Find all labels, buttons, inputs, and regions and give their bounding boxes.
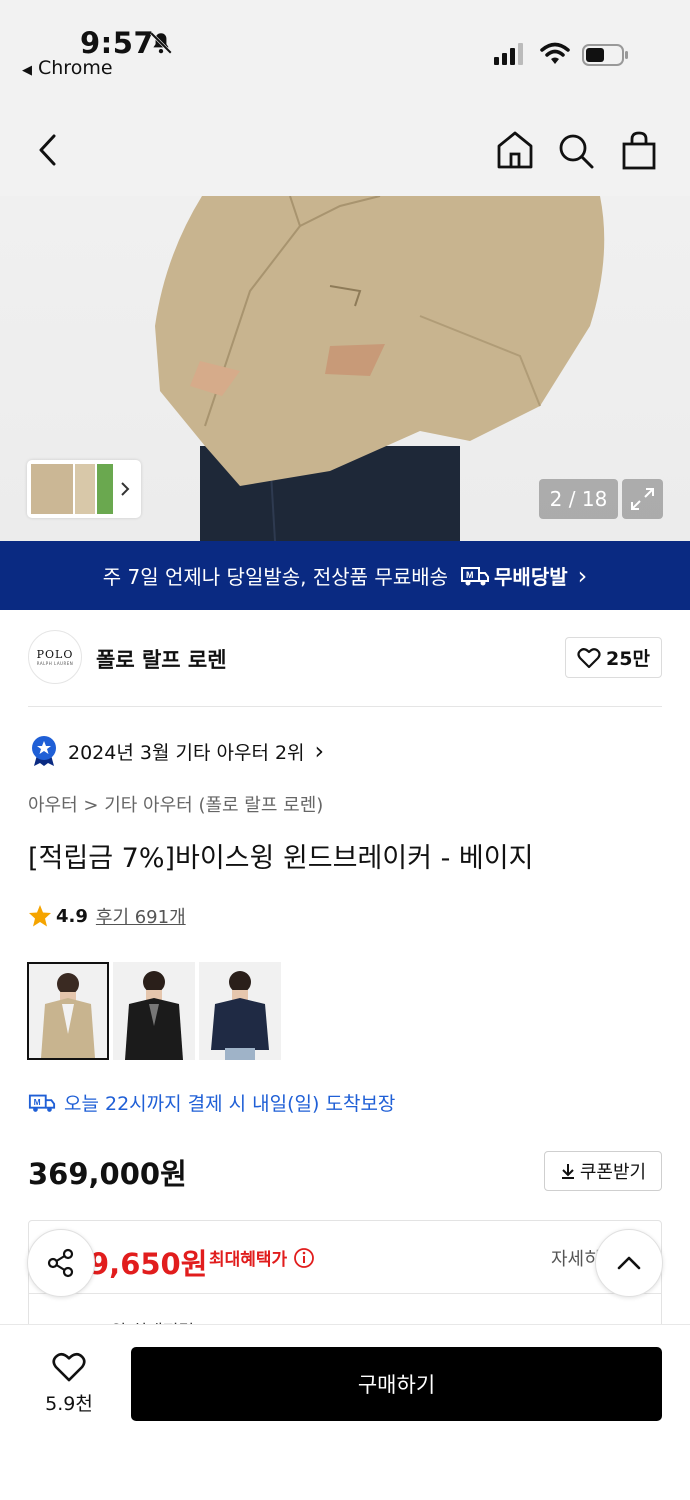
back-to-app-link[interactable]: ◀ Chrome bbox=[22, 57, 113, 79]
status-bar: 9:57 ◀ Chrome bbox=[0, 0, 690, 100]
product-rating[interactable]: 4.9 후기 691개 bbox=[28, 903, 186, 929]
chevron-up-icon bbox=[617, 1256, 641, 1270]
buy-button[interactable]: 구매하기 bbox=[131, 1347, 662, 1421]
wishlist-count: 5.9천 bbox=[45, 1393, 93, 1415]
divider bbox=[29, 1293, 661, 1294]
delivery-truck-icon: M bbox=[28, 1094, 56, 1112]
top-nav-bar bbox=[0, 100, 690, 196]
svg-text:M: M bbox=[34, 1096, 41, 1106]
heart-icon bbox=[577, 647, 601, 668]
heart-icon bbox=[52, 1352, 86, 1382]
benefit-detail-link[interactable]: 자세히 bbox=[551, 1245, 601, 1271]
back-app-label: Chrome bbox=[38, 57, 113, 79]
image-counter: 2 / 18 bbox=[539, 479, 618, 519]
back-arrow-icon[interactable] bbox=[32, 130, 66, 170]
color-option-beige[interactable] bbox=[27, 962, 109, 1060]
color-options bbox=[27, 962, 285, 1060]
benefit-price: 9,650원 bbox=[89, 1247, 208, 1281]
ranking-link[interactable]: 2024년 3월 기타 아우터 2위 › bbox=[30, 734, 324, 768]
brand-like-count: 25만 bbox=[606, 648, 650, 670]
share-button[interactable] bbox=[27, 1229, 95, 1297]
coupon-label: 쿠폰받기 bbox=[579, 1162, 647, 1183]
star-icon bbox=[29, 905, 51, 927]
ranking-text: 2024년 3월 기타 아우터 2위 bbox=[68, 741, 305, 764]
brand-name[interactable]: 폴로 랄프 로렌 bbox=[96, 644, 227, 674]
brand-logo-text: POLO bbox=[36, 648, 74, 661]
scroll-to-top-button[interactable] bbox=[595, 1229, 663, 1297]
rating-score: 4.9 bbox=[56, 905, 88, 927]
color-option-black[interactable] bbox=[113, 962, 195, 1060]
delivery-truck-icon: M bbox=[461, 566, 490, 585]
thumbnail-1[interactable] bbox=[31, 464, 73, 514]
benefit-label: 최대혜택가 bbox=[209, 1245, 315, 1270]
brand-like-button[interactable]: 25만 bbox=[565, 637, 662, 678]
free-shipping-banner[interactable]: 주 7일 언제나 당일발송, 전상품 무료배송 M 무배당발 › bbox=[0, 541, 690, 610]
back-triangle-icon: ◀ bbox=[22, 63, 32, 78]
status-time: 9:57 bbox=[80, 26, 155, 60]
brand-logo[interactable]: POLO RALPH LAUREN bbox=[28, 630, 82, 684]
wifi-icon bbox=[540, 42, 570, 64]
product-image-carousel[interactable]: 2 / 18 bbox=[0, 196, 690, 541]
share-icon bbox=[47, 1248, 74, 1278]
banner-text: 주 7일 언제나 당일발송, 전상품 무료배송 bbox=[102, 565, 449, 589]
coupon-download-button[interactable]: 쿠폰받기 bbox=[544, 1151, 662, 1191]
bottom-action-bar: 5.9천 구매하기 bbox=[0, 1324, 690, 1500]
svg-text:M: M bbox=[466, 570, 474, 580]
product-price: 369,000원 bbox=[28, 1157, 187, 1191]
banner-badge: 무배당발 bbox=[494, 565, 568, 589]
home-icon[interactable] bbox=[496, 130, 534, 170]
brand-logo-subtext: RALPH LAUREN bbox=[36, 661, 74, 666]
thumbnail-2[interactable] bbox=[75, 464, 95, 514]
shopping-bag-icon[interactable] bbox=[620, 130, 658, 170]
benefit-label-text: 최대혜택가 bbox=[209, 1250, 288, 1270]
swatch-image-navy bbox=[211, 971, 269, 1060]
arrival-text: 오늘 22시까지 결제 시 내일(일) 도착보장 bbox=[64, 1093, 396, 1115]
expand-icon bbox=[631, 488, 654, 510]
cellular-signal-icon bbox=[494, 43, 523, 65]
chevron-right-icon: › bbox=[314, 737, 325, 765]
info-icon[interactable] bbox=[293, 1247, 315, 1269]
swatch-image-beige bbox=[41, 973, 95, 1058]
search-icon[interactable] bbox=[557, 132, 595, 170]
thumbnail-3[interactable] bbox=[97, 464, 113, 514]
arrival-guarantee: M 오늘 22시까지 결제 시 내일(일) 도착보장 bbox=[28, 1089, 395, 1116]
max-benefit-box[interactable]: 9,650원 최대혜택가 자세히 00,000원 최대적립 bbox=[28, 1220, 662, 1330]
divider bbox=[28, 706, 662, 707]
swatch-image-black bbox=[125, 971, 183, 1060]
category-breadcrumb[interactable]: 아우터 > 기타 아우터 (폴로 랄프 로렌) bbox=[28, 791, 323, 817]
chevron-right-icon: › bbox=[577, 561, 588, 590]
review-count-link[interactable]: 후기 691개 bbox=[96, 903, 186, 929]
wishlist-button[interactable]: 5.9천 bbox=[34, 1351, 104, 1416]
brand-row: POLO RALPH LAUREN 폴로 랄프 로렌 25만 bbox=[28, 630, 662, 686]
product-title: [적립금 7%]바이스윙 윈드브레이커 - 베이지 bbox=[28, 843, 534, 874]
image-thumbnail-strip[interactable] bbox=[27, 460, 141, 518]
color-option-navy[interactable] bbox=[199, 962, 281, 1060]
expand-image-button[interactable] bbox=[622, 479, 663, 519]
bell-slash-icon bbox=[150, 32, 172, 54]
download-icon bbox=[561, 1164, 574, 1179]
chevron-right-icon bbox=[121, 482, 130, 496]
battery-icon bbox=[582, 44, 628, 66]
rank-medal-icon bbox=[32, 736, 56, 766]
